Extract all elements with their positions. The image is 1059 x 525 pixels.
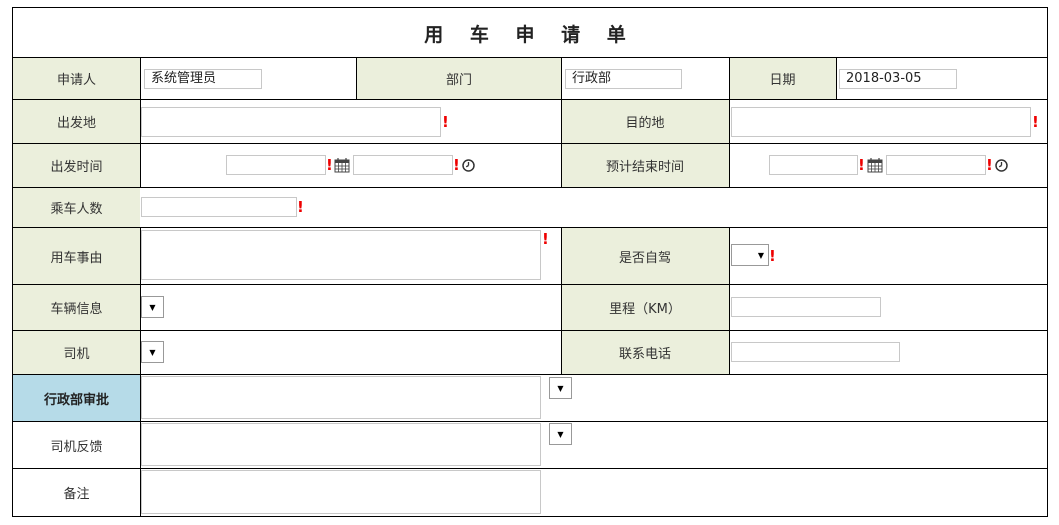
remarks-textarea[interactable] xyxy=(141,470,541,514)
calendar-icon[interactable] xyxy=(867,158,883,173)
end-clock-input[interactable] xyxy=(886,155,986,175)
remarks-label: 备注 xyxy=(63,487,90,502)
passengers-label: 乘车人数 xyxy=(13,188,140,227)
column-divider xyxy=(561,227,562,375)
driver-label: 司机 xyxy=(13,331,140,374)
end-date-required-icon: ! xyxy=(858,156,865,174)
origin-input[interactable] xyxy=(141,107,441,137)
mileage-input[interactable] xyxy=(731,297,881,317)
column-divider xyxy=(729,227,730,375)
row-divider xyxy=(13,468,1047,469)
driver-feedback-textarea[interactable] xyxy=(141,423,541,466)
row-divider xyxy=(13,99,1047,100)
row-divider xyxy=(13,187,1047,188)
row-divider xyxy=(13,421,1047,422)
vehicle-select[interactable]: ▼ xyxy=(141,296,164,318)
end-clock-required-icon: ! xyxy=(986,156,993,174)
vehicle-label: 车辆信息 xyxy=(13,285,140,330)
passengers-input[interactable] xyxy=(141,197,297,217)
form-title: 用 车 申 请 单 xyxy=(424,23,636,46)
end-time-label: 预计结束时间 xyxy=(561,144,729,187)
row-divider xyxy=(13,57,1047,58)
admin-approval-label: 行政部审批 xyxy=(13,375,140,421)
row-divider xyxy=(13,374,1047,375)
destination-required-icon: ! xyxy=(1032,113,1039,131)
column-divider xyxy=(356,57,357,100)
depart-date-input[interactable] xyxy=(226,155,326,175)
dropdown-arrow-icon: ▼ xyxy=(557,429,564,439)
depart-date-required-icon: ! xyxy=(326,156,333,174)
reason-required-icon: ! xyxy=(542,230,549,248)
column-divider xyxy=(561,99,562,188)
row-divider xyxy=(13,143,1047,144)
mileage-label: 里程（KM） xyxy=(561,285,729,330)
self-drive-required-icon: ! xyxy=(769,247,776,265)
depart-clock-required-icon: ! xyxy=(453,156,460,174)
date-field[interactable]: 2018-03-05 xyxy=(839,69,957,89)
applicant-label: 申请人 xyxy=(13,58,140,99)
clock-icon[interactable] xyxy=(995,159,1008,172)
destination-input[interactable] xyxy=(731,107,1031,137)
origin-required-icon: ! xyxy=(442,113,449,131)
depart-clock-input[interactable] xyxy=(353,155,453,175)
dropdown-arrow-icon: ▼ xyxy=(557,383,564,393)
reason-label: 用车事由 xyxy=(13,228,140,284)
driver-feedback-select[interactable]: ▼ xyxy=(549,423,572,445)
column-divider xyxy=(140,57,141,188)
reason-textarea[interactable] xyxy=(141,230,541,280)
date-label: 日期 xyxy=(729,58,836,99)
vehicle-request-form: 用 车 申 请 单 申请人 系统管理员 部门 行政部 日期 2018-03-05… xyxy=(12,7,1048,517)
row-divider xyxy=(13,284,1047,285)
calendar-icon[interactable] xyxy=(334,158,350,173)
dropdown-arrow-icon: ▼ xyxy=(757,250,764,260)
applicant-field[interactable]: 系统管理员 xyxy=(144,69,262,89)
passengers-required-icon: ! xyxy=(297,198,304,216)
dropdown-arrow-icon: ▼ xyxy=(149,302,156,312)
column-divider xyxy=(836,57,837,100)
depart-time-label: 出发时间 xyxy=(13,144,140,187)
column-divider xyxy=(729,57,730,188)
self-drive-label: 是否自驾 xyxy=(561,228,729,284)
clock-icon[interactable] xyxy=(462,159,475,172)
driver-select[interactable]: ▼ xyxy=(141,341,164,363)
phone-label: 联系电话 xyxy=(561,331,729,374)
end-date-input[interactable] xyxy=(769,155,858,175)
admin-approval-textarea[interactable] xyxy=(141,376,541,419)
department-label: 部门 xyxy=(357,58,561,99)
driver-feedback-label: 司机反馈 xyxy=(50,439,103,455)
row-divider xyxy=(13,330,1047,331)
phone-input[interactable] xyxy=(731,342,900,362)
row-divider xyxy=(13,227,1047,228)
department-field[interactable]: 行政部 xyxy=(565,69,682,89)
column-divider xyxy=(561,57,562,100)
dropdown-arrow-icon: ▼ xyxy=(149,347,156,357)
destination-label: 目的地 xyxy=(561,100,729,143)
origin-label: 出发地 xyxy=(13,100,140,143)
admin-approval-select[interactable]: ▼ xyxy=(549,377,572,399)
self-drive-select[interactable]: ▼ xyxy=(731,244,769,266)
column-divider xyxy=(140,227,141,516)
